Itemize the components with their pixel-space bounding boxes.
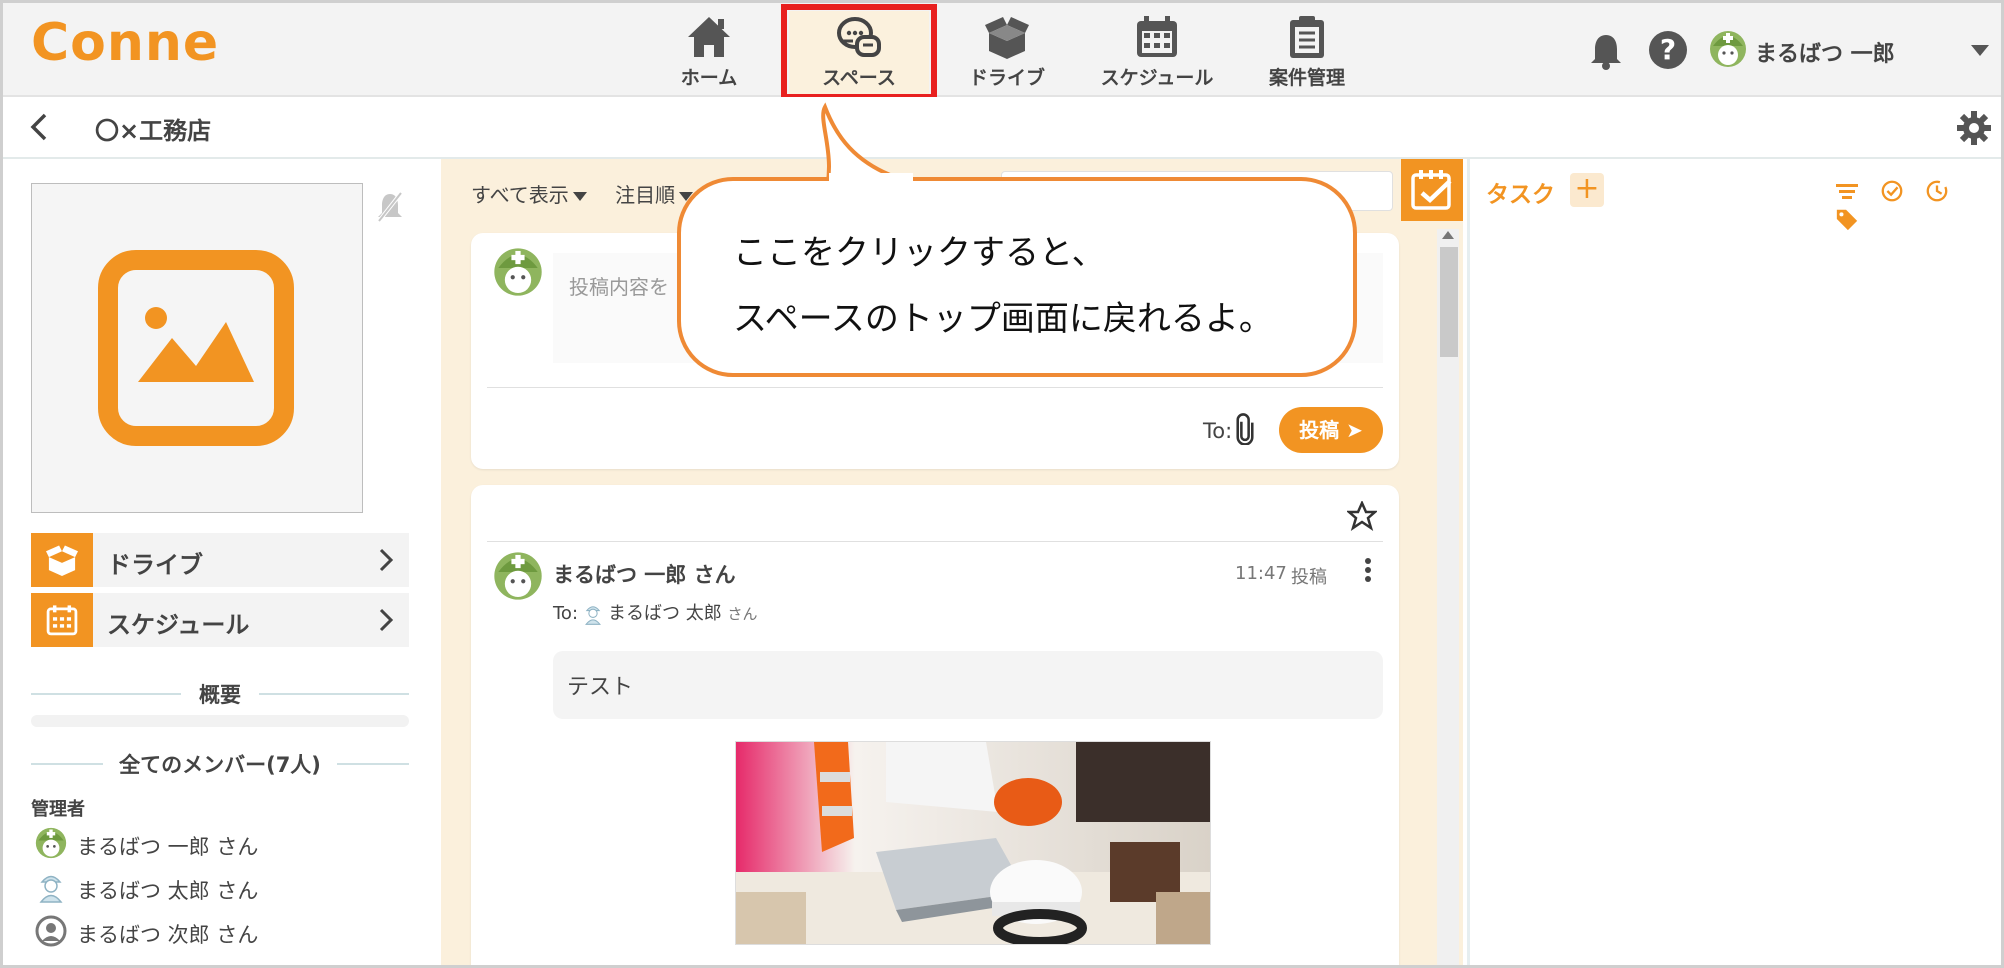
tutorial-callout: ここをクリックすると、 スペースのトップ画面に戻れるよ。 <box>677 177 1357 377</box>
post-time: 11:47 <box>1235 563 1287 584</box>
nav-schedule-label: スケジュール <box>1100 67 1214 89</box>
overview-content <box>31 715 409 727</box>
calendar-check-icon <box>1411 170 1452 210</box>
home-icon <box>688 17 730 57</box>
schedule-link-icon-wrap <box>31 593 93 647</box>
callout-line-1: ここをクリックすると、 <box>733 233 1106 273</box>
default-avatar-icon <box>35 915 67 947</box>
sidebar-link-schedule-label: スケジュール <box>107 611 250 639</box>
task-panel: タスク + <box>1467 159 2001 965</box>
feed-filters: すべて表示 注目順 <box>471 179 715 208</box>
sidebar-link-drive-label: ドライブ <box>107 551 203 579</box>
nav-projects[interactable]: 案件管理 <box>1237 11 1377 95</box>
callout-pointer-mask <box>829 173 913 183</box>
member-name: まるばつ 次郎 さん <box>77 923 259 947</box>
sidebar-link-schedule[interactable]: スケジュール <box>31 593 409 647</box>
overview-title: 概要 <box>199 683 241 707</box>
nav-home-label: ホーム <box>680 67 738 89</box>
nav-drive-label: ドライブ <box>968 67 1045 89</box>
scroll-up-icon[interactable] <box>1442 231 1454 239</box>
clipboard-icon <box>1290 16 1324 58</box>
post-author[interactable]: まるばつ 一郎 さん <box>553 559 736 589</box>
post-body: テスト <box>553 651 1383 719</box>
post-button[interactable]: 投稿 ➤ <box>1279 407 1383 453</box>
space-sidebar: ドライブ スケジュール 概要 全てのメンバー(7人) 管理者 まるばつ 一郎 さ… <box>3 159 441 965</box>
paperclip-icon[interactable] <box>1235 413 1255 445</box>
post-recipient-name[interactable]: まるばつ 太郎 <box>608 603 722 624</box>
sort-label: 注目順 <box>615 183 676 207</box>
space-image-placeholder[interactable] <box>31 183 363 513</box>
divider <box>487 387 1383 388</box>
send-icon: ➤ <box>1346 418 1363 442</box>
app-window: Conne ホーム スペース ドライブ スケジュール 案件管理 ? まるばつ 一… <box>0 0 2004 968</box>
star-icon[interactable] <box>1347 501 1377 531</box>
app-logo[interactable]: Conne <box>31 13 219 73</box>
helmet-avatar-icon <box>494 248 542 296</box>
post-recipient-suffix: さん <box>727 605 758 623</box>
caret-down-icon <box>572 192 587 201</box>
clock-icon[interactable] <box>1924 179 1950 203</box>
more-options-icon[interactable] <box>1363 557 1373 583</box>
task-toolbar <box>1834 179 2001 235</box>
nav-projects-label: 案件管理 <box>1268 67 1345 89</box>
notification-off-icon[interactable] <box>375 191 405 223</box>
calendar-icon <box>1137 16 1177 57</box>
nav-space-highlight <box>781 4 937 100</box>
feed-scrollbar-thumb[interactable] <box>1440 247 1458 357</box>
callout-line-2: スペースのトップ画面に戻れるよ。 <box>733 299 1273 339</box>
compose-to-label[interactable]: To: <box>1203 419 1232 443</box>
helmet-avatar-icon <box>494 552 542 600</box>
helmet-avatar-icon <box>35 827 67 859</box>
calendar-icon <box>46 605 78 636</box>
filter-all-dropdown[interactable]: すべて表示 <box>471 183 587 207</box>
user-menu-caret-icon[interactable] <box>1971 45 1989 56</box>
nav-drive[interactable]: ドライブ <box>937 11 1077 95</box>
sort-dropdown[interactable]: 注目順 <box>615 183 694 207</box>
post-status: 投稿 <box>1291 567 1327 588</box>
worker-avatar-icon <box>39 875 63 903</box>
role-label: 管理者 <box>31 799 85 820</box>
post-recipients: To: まるばつ 太郎 さん <box>553 599 758 626</box>
construction-desk-photo <box>736 742 1210 944</box>
filter-all-label: すべて表示 <box>471 183 569 207</box>
members-heading: 全てのメンバー(7人) <box>31 749 409 779</box>
tag-icon[interactable] <box>1834 207 1860 231</box>
bell-icon[interactable] <box>1589 33 1623 71</box>
back-chevron-icon[interactable] <box>27 111 51 143</box>
drive-link-icon-wrap <box>31 533 93 587</box>
space-title: 〇×工務店 <box>95 117 212 145</box>
overview-heading: 概要 <box>31 679 409 709</box>
member-name: まるばつ 一郎 さん <box>77 835 259 859</box>
filter-icon[interactable] <box>1834 179 1860 203</box>
members-title: 全てのメンバー(7人) <box>119 753 321 777</box>
post-attached-photo[interactable] <box>735 741 1211 945</box>
user-avatar[interactable] <box>1709 30 1747 68</box>
task-panel-title: タスク <box>1486 182 1555 208</box>
post-button-label: 投稿 <box>1299 418 1340 442</box>
nav-schedule[interactable]: スケジュール <box>1087 11 1227 95</box>
post-to-label: To: <box>553 603 579 624</box>
sidebar-link-drive[interactable]: ドライブ <box>31 533 409 587</box>
top-navigation-bar: Conne ホーム スペース ドライブ スケジュール 案件管理 ? まるばつ 一… <box>3 3 2001 100</box>
box-icon <box>46 545 78 576</box>
divider <box>487 541 1383 542</box>
check-circle-icon[interactable] <box>1879 179 1905 203</box>
member-name: まるばつ 太郎 さん <box>77 879 259 903</box>
task-panel-toggle[interactable] <box>1401 159 1463 221</box>
box-icon <box>985 17 1029 59</box>
image-icon <box>98 250 294 446</box>
chevron-right-icon <box>379 548 394 572</box>
user-name[interactable]: まるばつ 一郎 <box>1755 36 1895 68</box>
space-header: 〇×工務店 <box>3 97 2001 159</box>
gear-icon[interactable] <box>1957 111 1991 145</box>
chevron-right-icon <box>379 608 394 632</box>
worker-avatar-icon <box>585 606 601 625</box>
post-card: まるばつ 一郎 さん 11:47 投稿 To: まるばつ 太郎 さん テスト <box>471 485 1399 965</box>
help-icon[interactable]: ? <box>1649 31 1687 69</box>
add-task-button[interactable]: + <box>1570 173 1604 207</box>
nav-home[interactable]: ホーム <box>639 11 779 95</box>
